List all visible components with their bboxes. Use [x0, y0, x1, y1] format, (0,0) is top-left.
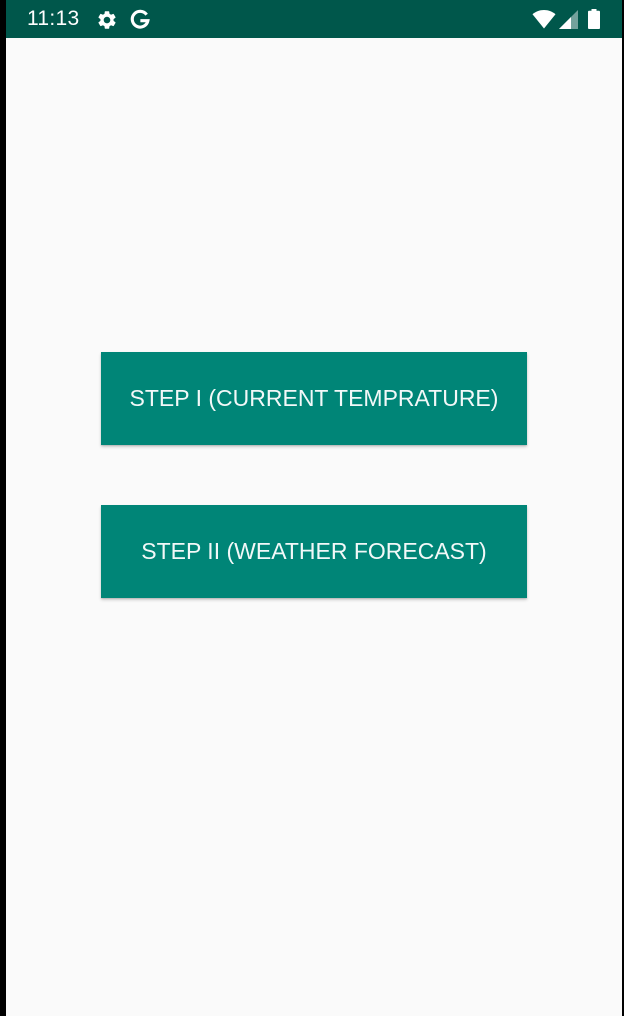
google-g-icon [129, 9, 151, 31]
main-content: STEP I (CURRENT TEMPRATURE) STEP II (WEA… [6, 38, 622, 1016]
device-screen: 11:13 STEP I (CURRENT TEMPRATURE) STEP I… [6, 0, 622, 1016]
step-current-temperature-label: STEP I (CURRENT TEMPRATURE) [129, 385, 499, 411]
step-current-temperature-button[interactable]: STEP I (CURRENT TEMPRATURE) [101, 352, 527, 445]
status-bar: 11:13 [6, 0, 622, 38]
cellular-signal-icon [559, 10, 578, 34]
step-weather-forecast-label: STEP II (WEATHER FORECAST) [141, 538, 487, 564]
battery-icon [588, 9, 600, 34]
step-weather-forecast-button[interactable]: STEP II (WEATHER FORECAST) [101, 505, 527, 598]
status-time: 11:13 [27, 7, 80, 30]
gear-icon [96, 9, 118, 31]
wifi-icon [532, 10, 556, 34]
